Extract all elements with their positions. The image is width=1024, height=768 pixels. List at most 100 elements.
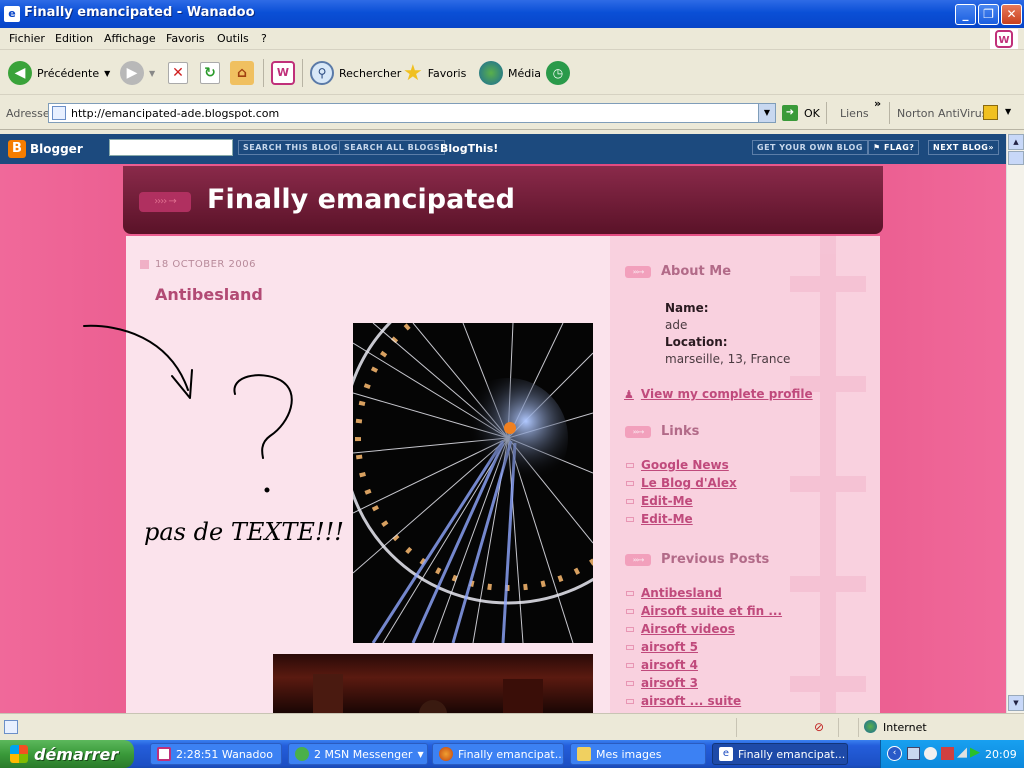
search-all-blogs-button[interactable]: SEARCH ALL BLOGS (339, 140, 446, 155)
taskbar-item-ie-active[interactable]: e Finally emancipat... (712, 743, 848, 765)
forward-button[interactable]: ▶ ▼ (120, 51, 155, 95)
zone-label: Internet (883, 721, 927, 734)
window-title: Finally emancipated - Wanadoo (24, 5, 255, 20)
taskbar-item-wanadoo[interactable]: 2:28:51 Wanadoo (150, 743, 282, 765)
system-tray: ‹ ◢ ▶ 20:09 (880, 740, 1024, 768)
menu-help[interactable]: ? (261, 32, 267, 45)
go-button[interactable]: OK (804, 107, 820, 120)
link-text: Airsoft videos (641, 622, 735, 636)
previous-post-link[interactable]: Airsoft suite et fin ... (626, 604, 782, 618)
previous-post-link[interactable]: Antibesland (626, 586, 722, 600)
link-text: airsoft ... suite (641, 694, 742, 708)
link-edit-me-1[interactable]: Edit-Me (626, 494, 693, 508)
menu-affichage[interactable]: Affichage (104, 32, 156, 45)
menu-outils[interactable]: Outils (217, 32, 249, 45)
network-icon[interactable] (907, 747, 920, 760)
popup-blocked-icon[interactable]: ⊘ (814, 720, 824, 734)
post-date: 18 OCTOBER 2006 (140, 259, 256, 270)
norton-icon[interactable] (983, 105, 998, 120)
menu-favoris[interactable]: Favoris (166, 32, 205, 45)
blogger-logo[interactable]: B Blogger (8, 140, 83, 158)
settings-icon[interactable] (924, 747, 937, 760)
clock[interactable]: 20:09 (985, 748, 1017, 761)
title-bar: e Finally emancipated - Wanadoo _ ❐ ✕ (0, 0, 1024, 28)
scroll-down-icon[interactable]: ▼ (1008, 695, 1024, 711)
media-play-icon[interactable]: ▶ (970, 745, 980, 760)
refresh-button[interactable]: ↻ (200, 51, 220, 95)
post-date-text: 18 OCTOBER 2006 (155, 259, 256, 270)
globe-icon (864, 720, 877, 733)
scroll-up-icon[interactable]: ▲ (1008, 134, 1024, 150)
back-button[interactable]: ◀ Précédente ▼ (8, 51, 110, 95)
vertical-scrollbar[interactable]: ▲ ▼ (1006, 134, 1024, 713)
minimize-button[interactable]: _ (955, 4, 976, 25)
previous-post-link[interactable]: Airsoft videos (626, 622, 735, 636)
close-button[interactable]: ✕ (1001, 4, 1022, 25)
previous-post-link[interactable]: airsoft 4 (626, 658, 698, 672)
link-google-news[interactable]: Google News (626, 458, 729, 472)
chevron-right-icon[interactable]: » (874, 97, 881, 110)
page-icon (52, 106, 66, 120)
windows-logo-icon (10, 745, 28, 763)
previous-post-link[interactable]: airsoft 3 (626, 676, 698, 690)
blog-header: ›››› → Finally emancipated (123, 166, 883, 234)
date-square-icon (140, 260, 149, 269)
previous-post-link[interactable]: airsoft ... suite (626, 694, 741, 708)
bullet-icon (626, 516, 634, 522)
search-button[interactable]: ⚲ Rechercher (310, 51, 401, 95)
scroll-thumb[interactable] (1008, 151, 1024, 165)
start-button[interactable]: démarrer (0, 740, 134, 768)
favorites-button[interactable]: ★ Favoris (403, 51, 466, 95)
stop-button[interactable]: ✕ (168, 51, 188, 95)
get-your-own-blog-button[interactable]: GET YOUR OWN BLOG (752, 140, 868, 155)
page-status-icon (4, 720, 18, 734)
second-photo[interactable] (273, 654, 593, 713)
status-cell (838, 718, 858, 737)
chevron-down-icon[interactable]: ▼ (1005, 107, 1011, 116)
taskbar-item-mes-images[interactable]: Mes images (570, 743, 706, 765)
blogthis-link[interactable]: BlogThis! (440, 142, 498, 155)
history-button[interactable]: ◷ (546, 51, 570, 95)
links-heading-text: Links (661, 424, 700, 439)
blog-title[interactable]: Finally emancipated (207, 184, 515, 215)
back-label: Précédente (37, 66, 100, 80)
blogger-icon: B (8, 140, 26, 158)
go-arrow-icon[interactable]: ➜ (782, 105, 798, 121)
wanadoo-button[interactable]: W (271, 51, 295, 95)
previous-post-link[interactable]: airsoft 5 (626, 640, 698, 654)
post-title[interactable]: Antibesland (155, 285, 263, 304)
media-button[interactable]: Média (479, 51, 541, 95)
menu-fichier[interactable]: Fichier (9, 32, 45, 45)
flag-button[interactable]: ⚑ FLAG? (868, 140, 920, 155)
chevron-down-icon[interactable]: ▼ (758, 104, 775, 122)
bullet-icon (626, 498, 634, 504)
taskbar-item-firefox[interactable]: Finally emancipat... (432, 743, 564, 765)
bullet-icon (626, 662, 634, 668)
search-icon: ⚲ (310, 61, 334, 85)
home-button[interactable]: ⌂ (230, 51, 254, 95)
link-text: airsoft 3 (641, 676, 698, 690)
address-input[interactable]: http://emancipated-ade.blogspot.com ▼ (48, 103, 776, 123)
ferris-wheel-photo[interactable] (353, 323, 593, 643)
next-blog-button[interactable]: NEXT BLOG» (928, 140, 1000, 155)
link-blog-alex[interactable]: Le Blog d'Alex (626, 476, 737, 490)
maximize-button[interactable]: ❐ (978, 4, 999, 25)
status-cell (736, 718, 776, 737)
link-edit-me-2[interactable]: Edit-Me (626, 512, 693, 526)
volume-icon[interactable]: ◢ (957, 745, 967, 760)
svg-text:W: W (998, 35, 1009, 46)
bullet-icon (626, 590, 634, 596)
links-button[interactable]: Liens (840, 107, 869, 120)
search-this-blog-button[interactable]: SEARCH THIS BLOG (238, 140, 343, 155)
view-profile-text: View my complete profile (640, 387, 813, 401)
blog-search-input[interactable] (109, 139, 233, 156)
zone-cell: Internet (858, 718, 1024, 737)
tray-chevron-icon[interactable]: ‹ (887, 746, 902, 761)
view-profile-link[interactable]: ♟ View my complete profile (624, 387, 813, 401)
menu-edition[interactable]: Edition (55, 32, 93, 45)
antivirus-tray-icon[interactable] (941, 747, 954, 760)
link-text: airsoft 4 (641, 658, 698, 672)
taskbar-item-msn[interactable]: 2 MSN Messenger ▼ (288, 743, 428, 765)
folder-icon (577, 747, 591, 761)
handwritten-annotation: pas de TEXTE!!! (83, 324, 344, 546)
